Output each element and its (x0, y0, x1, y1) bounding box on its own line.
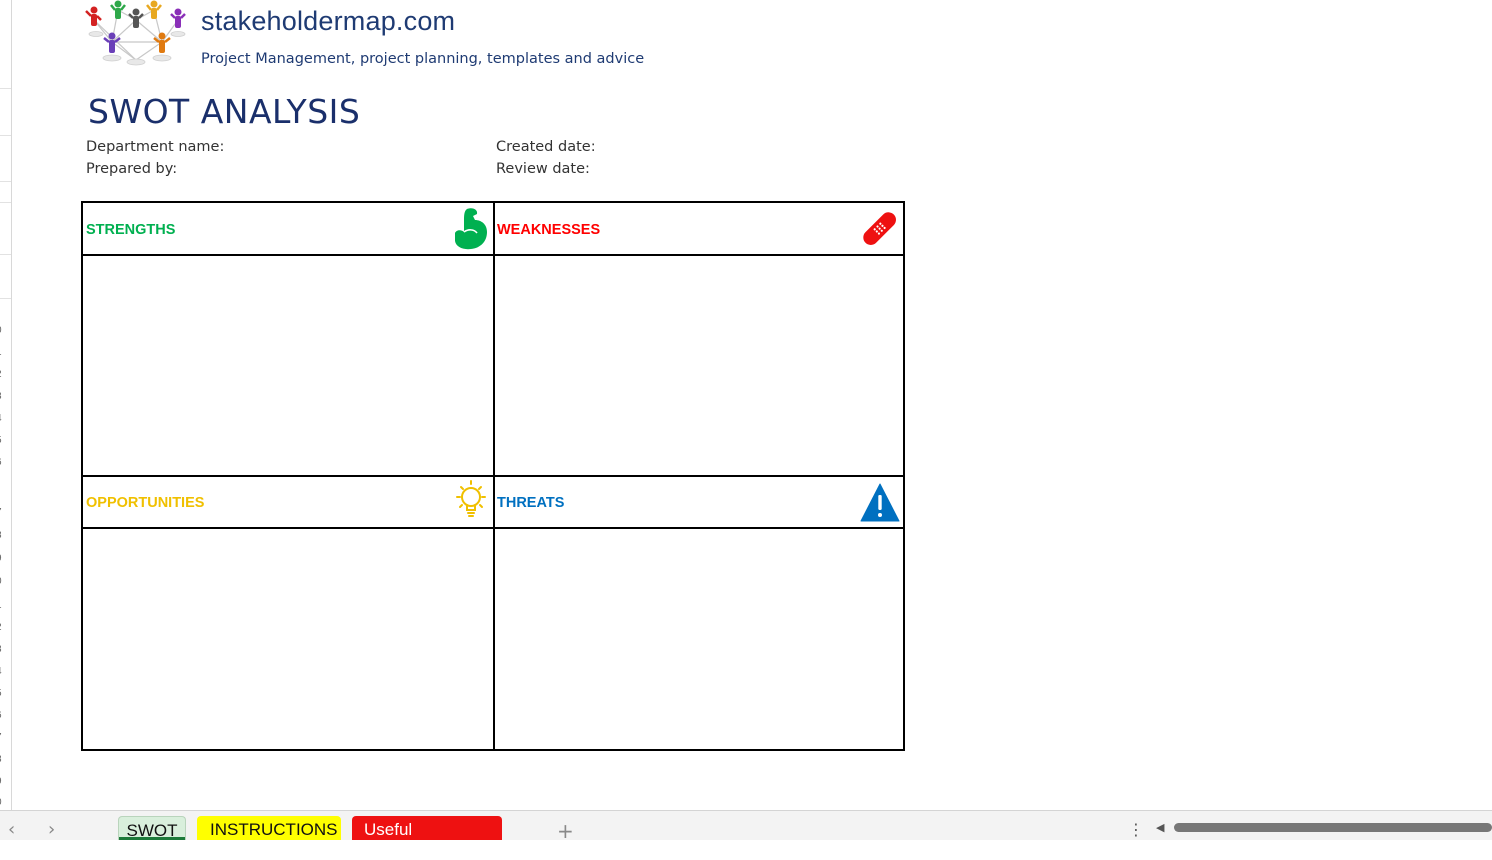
row-number[interactable]: 0 (0, 325, 2, 336)
row-number[interactable]: 9 (0, 553, 2, 564)
plus-icon[interactable]: + (557, 819, 574, 843)
row-number[interactable]: 6 (0, 457, 2, 468)
row-number[interactable]: 5 (0, 435, 2, 446)
row-number[interactable]: 3 (0, 644, 2, 655)
tab-instructions-label: INSTRUCTIONS (210, 820, 338, 839)
row-number[interactable]: 9 (0, 776, 2, 787)
tab-useful-resources[interactable]: Useful resources (352, 816, 502, 859)
row-divider (0, 202, 11, 203)
row-header-gutter: 0 1 2 3 4 5 6 7 8 9 0 1 2 3 4 5 6 7 8 9 … (0, 0, 12, 810)
tab-instructions[interactable]: INSTRUCTIONS (197, 816, 341, 840)
row-number[interactable]: 3 (0, 391, 2, 402)
row-divider (0, 88, 11, 89)
strengths-content-area[interactable] (83, 256, 493, 475)
opportunities-content-area[interactable] (83, 529, 493, 749)
row-number[interactable]: 4 (0, 666, 2, 677)
warning-icon (860, 483, 900, 522)
tab-useful-resources-label: Useful resources (364, 820, 439, 859)
chevron-right-icon[interactable]: › (48, 819, 55, 840)
threats-content-area[interactable] (495, 529, 903, 749)
row-number[interactable]: 5 (0, 688, 2, 699)
weaknesses-label: WEAKNESSES (497, 222, 601, 238)
prepared-by-label[interactable]: Prepared by: (86, 161, 177, 177)
strengths-label: STRENGTHS (86, 222, 176, 238)
chevron-left-icon[interactable]: ‹ (8, 819, 15, 840)
department-name-label[interactable]: Department name: (86, 139, 224, 155)
row-number[interactable]: 0 (0, 576, 2, 587)
bandage-icon (863, 212, 896, 245)
row-divider (0, 135, 11, 136)
opportunities-label: OPPORTUNITIES (86, 495, 205, 511)
site-name: stakeholdermap.com (201, 6, 456, 36)
page-title: SWOT ANALYSIS (88, 92, 361, 131)
row-number[interactable]: 4 (0, 413, 2, 424)
row-number[interactable]: 7 (0, 732, 2, 743)
row-number[interactable]: 7 (0, 507, 2, 518)
row-number[interactable]: 2 (0, 622, 2, 633)
horizontal-scrollbar[interactable]: ◀ (1156, 821, 1492, 834)
lightbulb-icon (456, 480, 486, 517)
row-divider (0, 181, 11, 182)
row-number[interactable]: 6 (0, 710, 2, 721)
site-tagline: Project Management, project planning, te… (201, 51, 645, 67)
row-divider (0, 254, 11, 255)
swot-grid: STRENGTHS WEAKNESSES OPPORTUNITIES THREA… (81, 201, 905, 751)
review-date-label[interactable]: Review date: (496, 161, 590, 177)
row-number[interactable]: 1 (0, 600, 2, 611)
row-number[interactable]: 2 (0, 369, 2, 380)
threats-label: THREATS (497, 495, 565, 511)
scroll-left-icon[interactable]: ◀ (1156, 821, 1164, 834)
flexed-bicep-icon (455, 208, 487, 250)
sheet-tab-bar: ‹ › SWOT INSTRUCTIONS Useful resources +… (0, 810, 1492, 859)
row-number[interactable]: 8 (0, 530, 2, 541)
row-divider (0, 298, 11, 299)
weaknesses-content-area[interactable] (495, 256, 903, 475)
row-number[interactable]: 1 (0, 347, 2, 358)
scrollbar-thumb[interactable] (1174, 823, 1492, 832)
vertical-ellipsis-icon[interactable]: ⋮ (1128, 820, 1144, 839)
created-date-label[interactable]: Created date: (496, 139, 596, 155)
row-number[interactable]: 0 (0, 797, 2, 808)
stakeholder-network-logo (85, 0, 186, 66)
grid-divider (83, 475, 903, 477)
tab-swot[interactable]: SWOT (118, 816, 186, 840)
row-number[interactable]: 8 (0, 754, 2, 765)
